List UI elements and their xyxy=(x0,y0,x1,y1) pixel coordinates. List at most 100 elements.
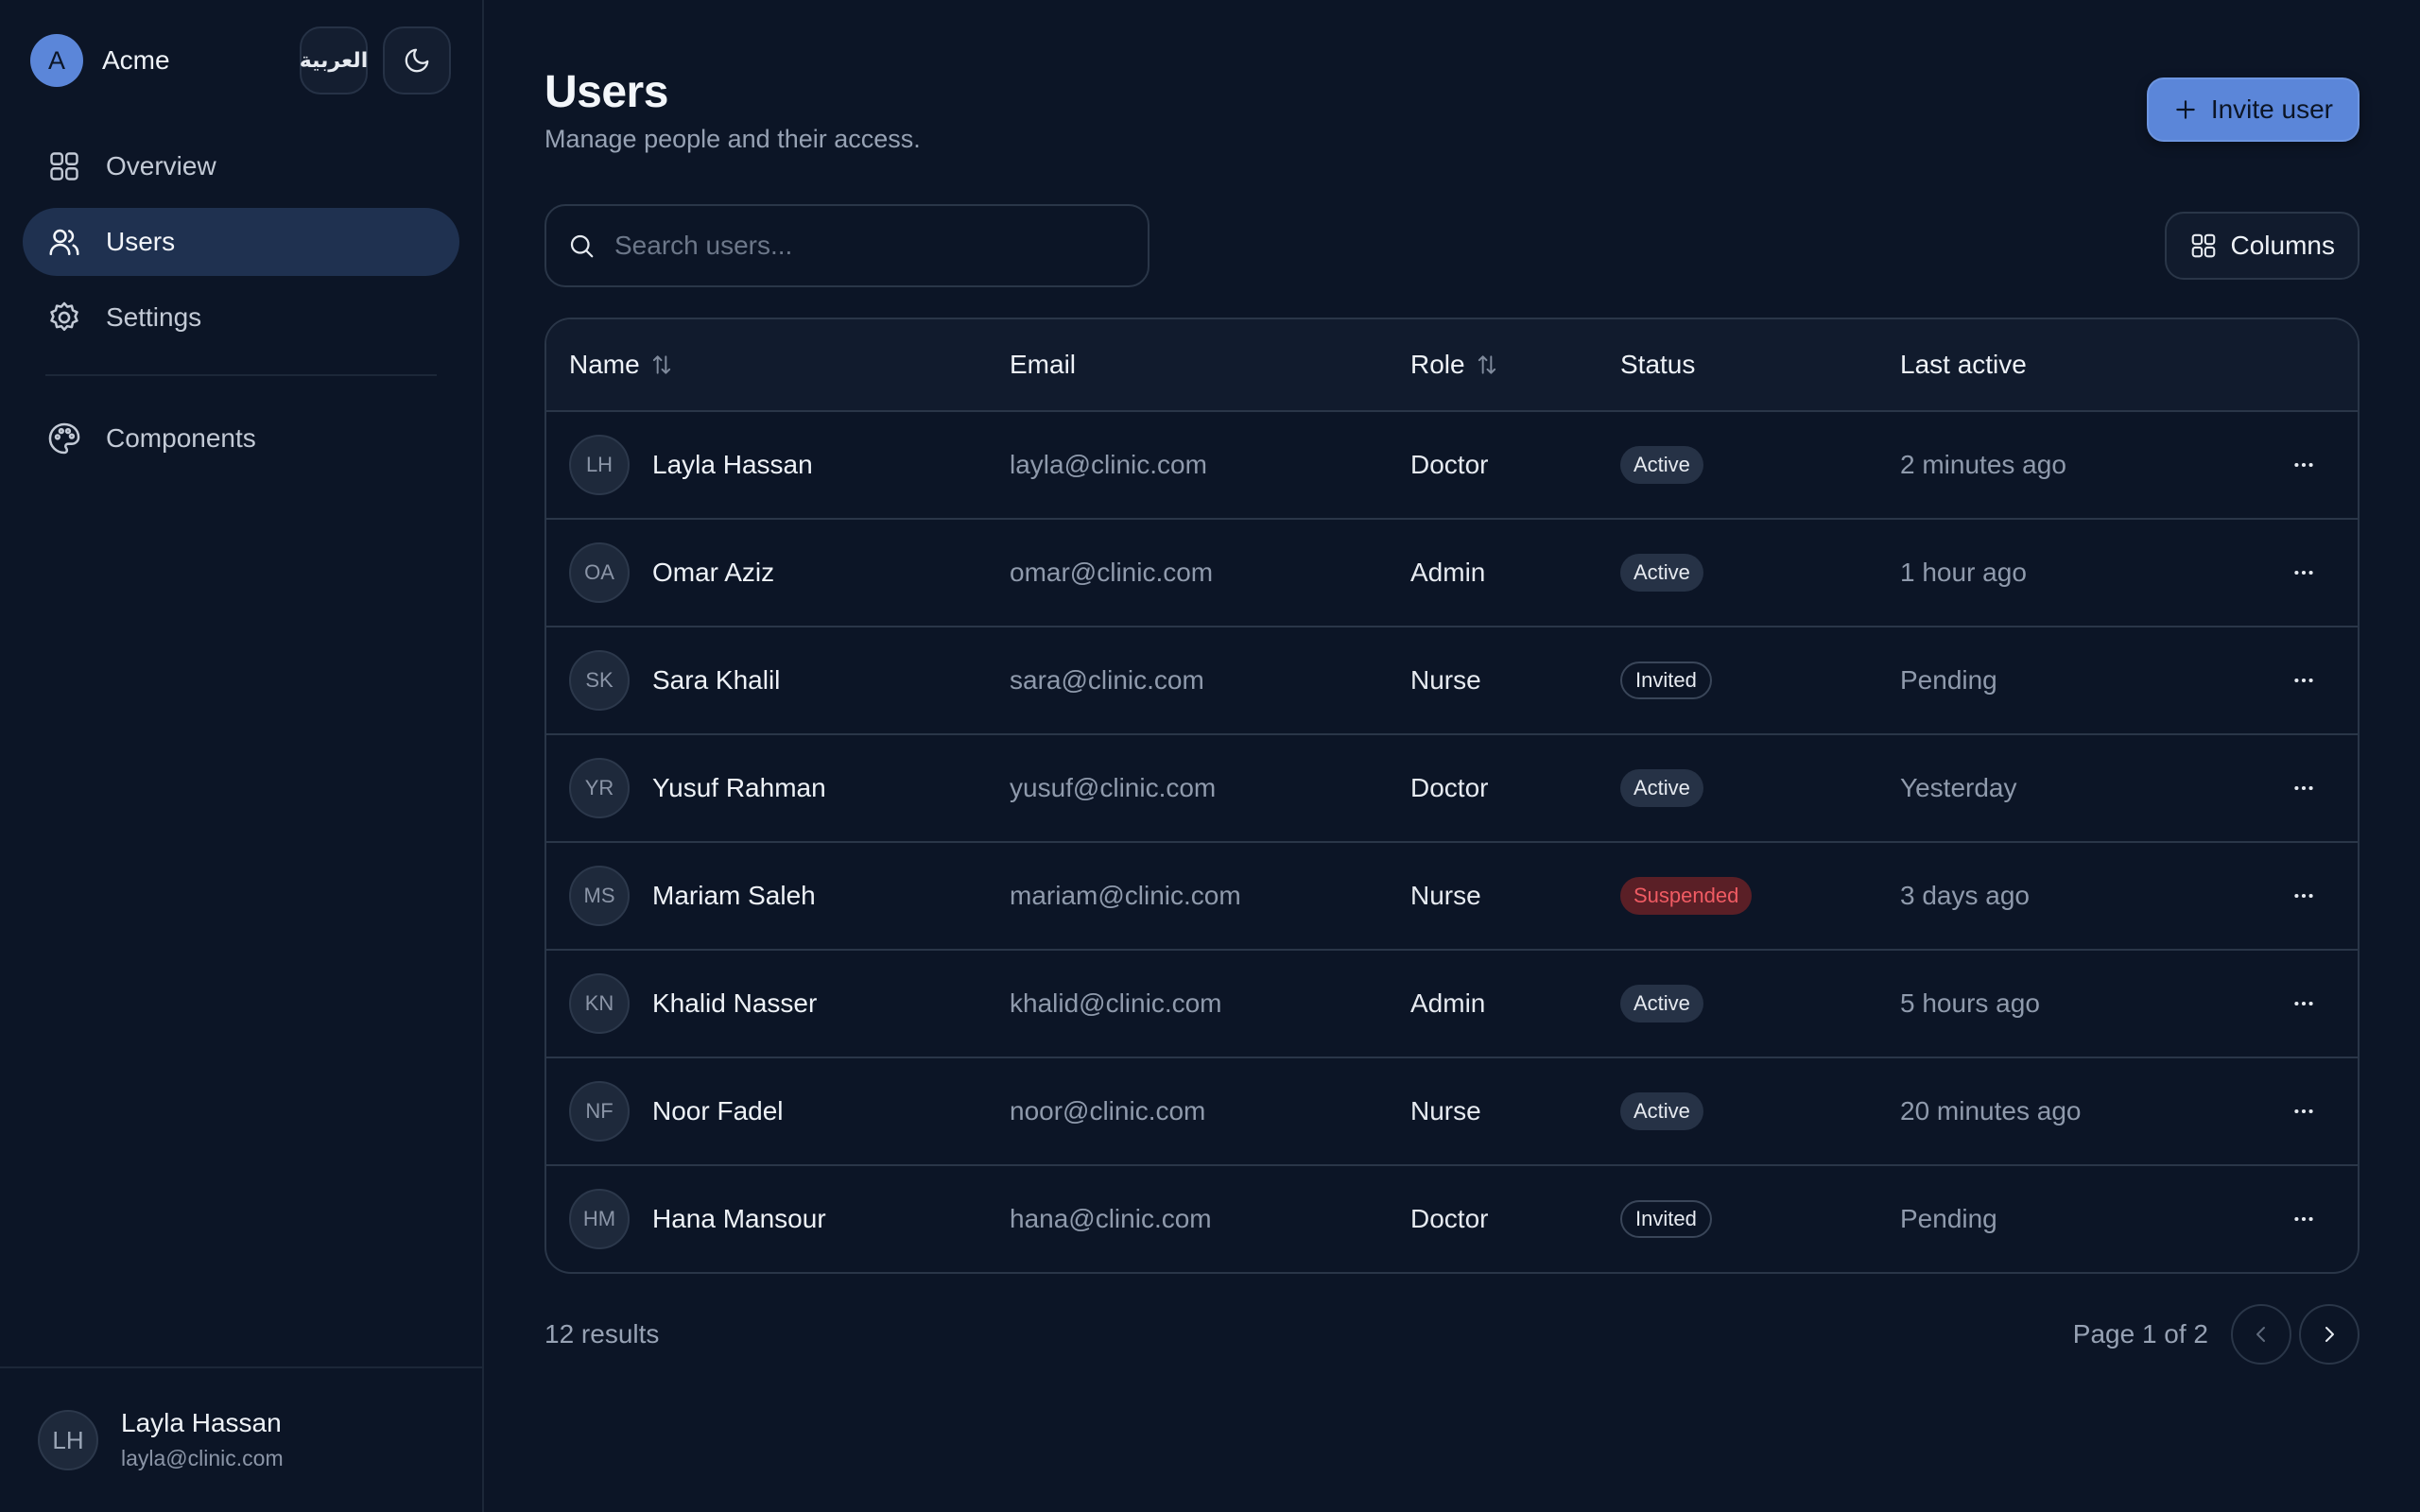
language-toggle-button[interactable]: العربية xyxy=(300,26,368,94)
invite-user-button[interactable]: Invite user xyxy=(2146,77,2360,142)
chevron-right-icon xyxy=(2318,1323,2341,1346)
avatar: KN xyxy=(569,973,630,1034)
status-cell: Invited xyxy=(1620,627,1712,733)
columns-button[interactable]: Columns xyxy=(2164,212,2360,280)
user-email: layla@clinic.com xyxy=(1010,450,1207,479)
sidebar-item-settings[interactable]: Settings xyxy=(23,284,459,352)
invite-user-label: Invite user xyxy=(2210,94,2333,124)
current-user[interactable]: LH Layla Hassan layla@clinic.com xyxy=(0,1366,482,1512)
status-cell: Active xyxy=(1620,1058,1703,1164)
table-row[interactable]: LH Layla Hassan layla@clinic.com Doctor … xyxy=(546,412,2358,520)
search-box[interactable] xyxy=(544,204,1150,287)
more-horizontal-icon xyxy=(2291,668,2316,693)
avatar: OA xyxy=(569,542,630,603)
plus-icon xyxy=(2173,97,2198,122)
status-badge: Active xyxy=(1620,554,1703,592)
user-name-cell: KN Khalid Nasser xyxy=(569,951,817,1057)
status-cell: Active xyxy=(1620,412,1703,518)
column-header-role[interactable]: Role xyxy=(1410,319,1499,410)
results-count: 12 results xyxy=(544,1319,660,1349)
column-header-email: Email xyxy=(1010,319,1076,410)
avatar: LH xyxy=(38,1410,98,1470)
users-icon xyxy=(45,223,83,261)
user-name: Sara Khalil xyxy=(652,665,781,695)
user-role: Nurse xyxy=(1410,881,1481,910)
next-page-button[interactable] xyxy=(2299,1304,2360,1365)
sidebar: A Acme العربية Overview Users Settings C… xyxy=(0,0,484,1512)
table-row[interactable]: HM Hana Mansour hana@clinic.com Doctor I… xyxy=(546,1166,2358,1272)
user-name-cell: OA Omar Aziz xyxy=(569,520,774,626)
page-title: Users xyxy=(544,67,668,117)
brand-name: Acme xyxy=(102,45,170,75)
table-row[interactable]: YR Yusuf Rahman yusuf@clinic.com Doctor … xyxy=(546,735,2358,843)
user-role: Doctor xyxy=(1410,450,1489,479)
last-active: 20 minutes ago xyxy=(1900,1096,2082,1125)
chevron-left-icon xyxy=(2250,1323,2273,1346)
user-name: Khalid Nasser xyxy=(652,988,818,1018)
sidebar-item-overview[interactable]: Overview xyxy=(23,132,459,200)
sidebar-item-users[interactable]: Users xyxy=(23,208,459,276)
user-name: Omar Aziz xyxy=(652,558,775,587)
user-role: Nurse xyxy=(1410,1096,1481,1125)
user-role: Doctor xyxy=(1410,1204,1489,1233)
row-actions-button[interactable] xyxy=(2291,735,2316,841)
gear-icon xyxy=(45,299,83,336)
more-horizontal-icon xyxy=(2291,1207,2316,1231)
search-input[interactable] xyxy=(614,231,1125,261)
sidebar-item-label: Components xyxy=(106,423,256,453)
user-email: yusuf@clinic.com xyxy=(1010,773,1217,802)
columns-icon xyxy=(2189,232,2218,260)
column-header-label: Last active xyxy=(1900,350,2027,379)
more-horizontal-icon xyxy=(2291,884,2316,908)
table-row[interactable]: OA Omar Aziz omar@clinic.com Admin Activ… xyxy=(546,520,2358,627)
more-horizontal-icon xyxy=(2291,1099,2316,1124)
row-actions-button[interactable] xyxy=(2291,520,2316,626)
status-badge: Suspended xyxy=(1620,877,1753,915)
user-email: noor@clinic.com xyxy=(1010,1096,1206,1125)
sort-icon xyxy=(1475,352,1499,377)
brand-logo: A xyxy=(30,34,83,87)
sidebar-nav: Overview Users Settings Components xyxy=(23,132,459,480)
column-header-label: Email xyxy=(1010,350,1077,379)
previous-page-button[interactable] xyxy=(2231,1304,2291,1365)
user-name: Noor Fadel xyxy=(652,1096,784,1125)
sidebar-item-components[interactable]: Components xyxy=(23,404,459,472)
status-badge: Invited xyxy=(1620,662,1712,699)
more-horizontal-icon xyxy=(2291,560,2316,585)
page-indicator: Page 1 of 2 xyxy=(2072,1319,2208,1349)
row-actions-button[interactable] xyxy=(2291,1058,2316,1164)
user-email: khalid@clinic.com xyxy=(1010,988,1222,1018)
user-role: Admin xyxy=(1410,558,1486,587)
grid-icon xyxy=(45,147,83,185)
table-row[interactable]: SK Sara Khalil sara@clinic.com Nurse Inv… xyxy=(546,627,2358,735)
sort-icon xyxy=(649,352,674,377)
search-icon xyxy=(567,232,596,260)
table-row[interactable]: KN Khalid Nasser khalid@clinic.com Admin… xyxy=(546,951,2358,1058)
row-actions-button[interactable] xyxy=(2291,412,2316,518)
column-header-label: Name xyxy=(569,350,640,379)
brand[interactable]: A Acme xyxy=(30,34,170,87)
palette-icon xyxy=(45,420,83,457)
column-header-last-active: Last active xyxy=(1900,319,2027,410)
theme-toggle-button[interactable] xyxy=(383,26,451,94)
status-badge: Active xyxy=(1620,446,1703,484)
table-header: Name Email Role Status Last active xyxy=(546,319,2358,412)
row-actions-button[interactable] xyxy=(2291,843,2316,949)
user-name-cell: HM Hana Mansour xyxy=(569,1166,826,1272)
user-role: Admin xyxy=(1410,988,1486,1018)
row-actions-button[interactable] xyxy=(2291,627,2316,733)
user-name: Layla Hassan xyxy=(652,450,813,479)
user-name: Hana Mansour xyxy=(652,1204,826,1233)
more-horizontal-icon xyxy=(2291,453,2316,477)
row-actions-button[interactable] xyxy=(2291,951,2316,1057)
table-row[interactable]: NF Noor Fadel noor@clinic.com Nurse Acti… xyxy=(546,1058,2358,1166)
column-header-name[interactable]: Name xyxy=(569,319,674,410)
status-cell: Suspended xyxy=(1620,843,1753,949)
current-user-email: layla@clinic.com xyxy=(121,1446,284,1470)
status-badge: Active xyxy=(1620,985,1703,1022)
user-email: mariam@clinic.com xyxy=(1010,881,1241,910)
last-active: 2 minutes ago xyxy=(1900,450,2066,479)
row-actions-button[interactable] xyxy=(2291,1166,2316,1272)
table-row[interactable]: MS Mariam Saleh mariam@clinic.com Nurse … xyxy=(546,843,2358,951)
user-name: Yusuf Rahman xyxy=(652,773,826,802)
